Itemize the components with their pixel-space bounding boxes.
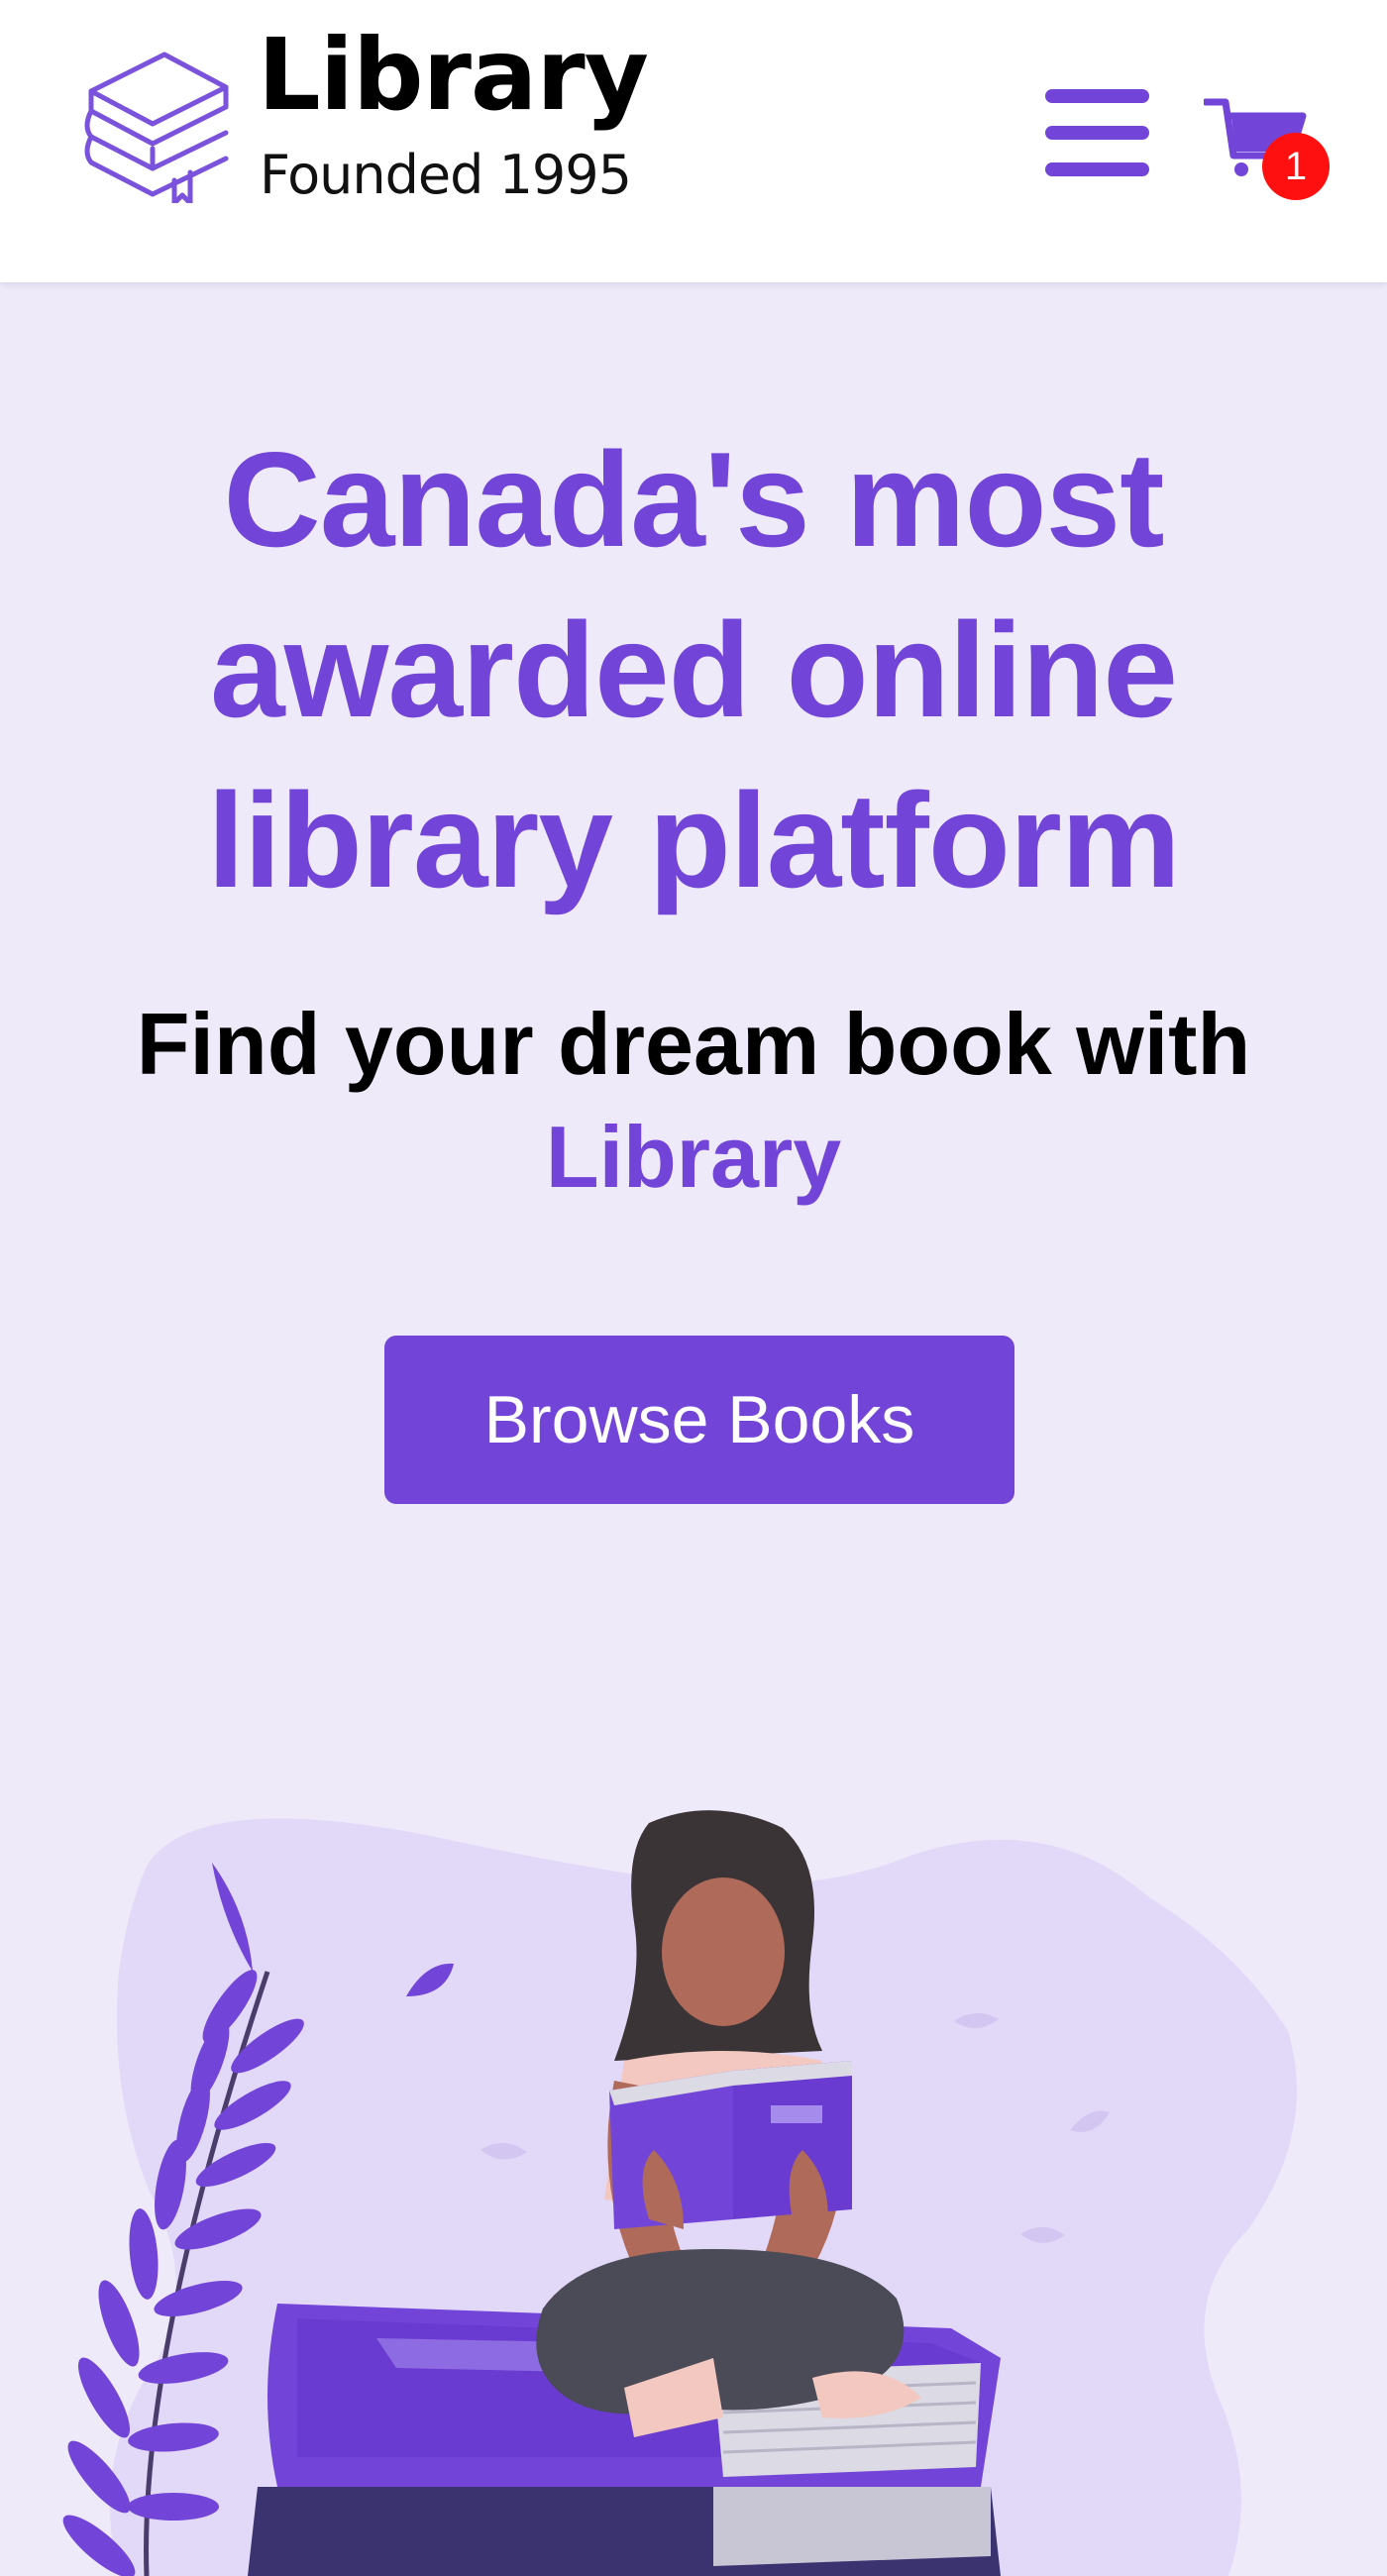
hamburger-icon-bottom-bar <box>1045 162 1149 176</box>
stacked-books-icon <box>84 52 229 203</box>
brand-name[interactable]: Library <box>258 26 649 125</box>
brand-tagline: Founded 1995 <box>260 144 632 206</box>
hero-subtitle: Find your dream book with <box>136 995 1251 1093</box>
hamburger-icon-middle-bar <box>1045 126 1149 140</box>
hero-subtitle-brand: Library <box>545 1108 842 1206</box>
hero-title: Canada's most awarded online library pla… <box>207 424 1181 915</box>
site-header: Library Founded 1995 1 <box>0 0 1387 282</box>
hamburger-icon <box>1045 89 1149 103</box>
browse-books-button[interactable]: Browse Books <box>384 1336 1014 1504</box>
cart-count-badge: 1 <box>1262 133 1330 200</box>
reading-woman-illustration <box>62 1810 1297 2576</box>
menu-button[interactable] <box>1045 89 1149 178</box>
